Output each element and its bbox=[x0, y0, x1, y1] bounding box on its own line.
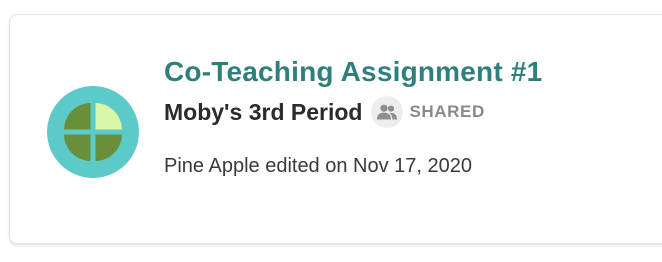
assignment-title[interactable]: Co-Teaching Assignment #1 bbox=[164, 54, 542, 90]
class-name: Moby's 3rd Period bbox=[164, 99, 363, 125]
assignment-avatar bbox=[47, 86, 139, 178]
shared-label: SHARED bbox=[409, 102, 485, 121]
avatar-background bbox=[47, 86, 139, 178]
last-edited-text: Pine Apple edited on Nov 17, 2020 bbox=[164, 155, 473, 177]
people-icon bbox=[371, 96, 404, 128]
quadrant-pie-icon bbox=[47, 86, 139, 178]
class-row: Moby's 3rd Period SHARED bbox=[164, 96, 485, 128]
